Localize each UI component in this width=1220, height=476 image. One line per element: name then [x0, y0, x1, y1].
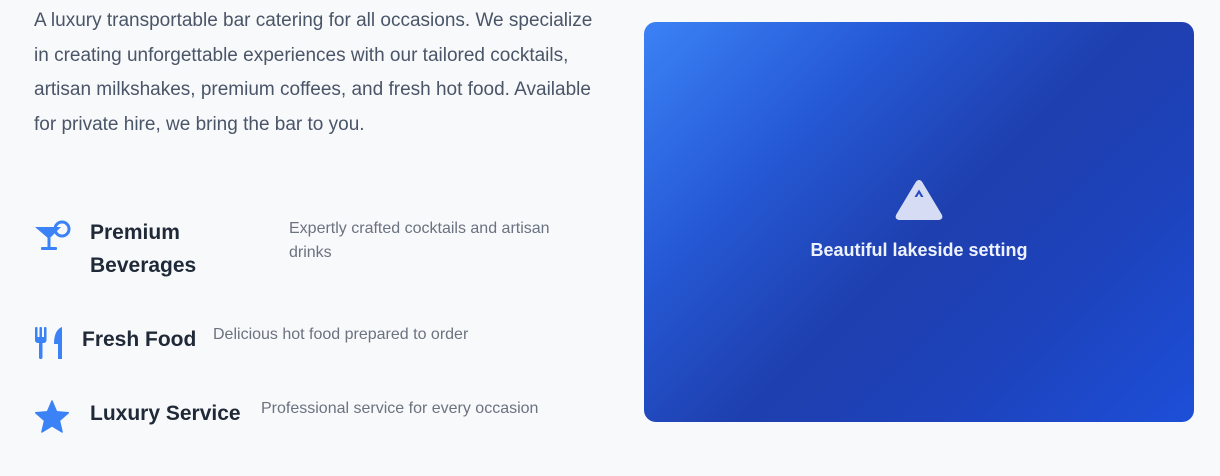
feature-description: Professional service for every occasion [261, 400, 539, 417]
cocktail-icon [34, 220, 72, 257]
image-caption: Beautiful lakeside setting [810, 240, 1028, 260]
feature-description: Expertly crafted cocktails and artisan d… [289, 220, 550, 261]
image-placeholder-panel: Beautiful lakeside setting [644, 22, 1194, 422]
star-icon [34, 400, 70, 439]
mountain-icon [894, 178, 944, 222]
feature-title: Luxury Service [90, 402, 241, 425]
feature-title: Fresh Food [82, 328, 197, 351]
feature-description: Delicious hot food prepared to order [213, 326, 469, 343]
utensils-icon [34, 326, 64, 365]
feature-title: Premium Beverages [90, 221, 197, 277]
intro-paragraph: A luxury transportable bar catering for … [34, 10, 593, 135]
